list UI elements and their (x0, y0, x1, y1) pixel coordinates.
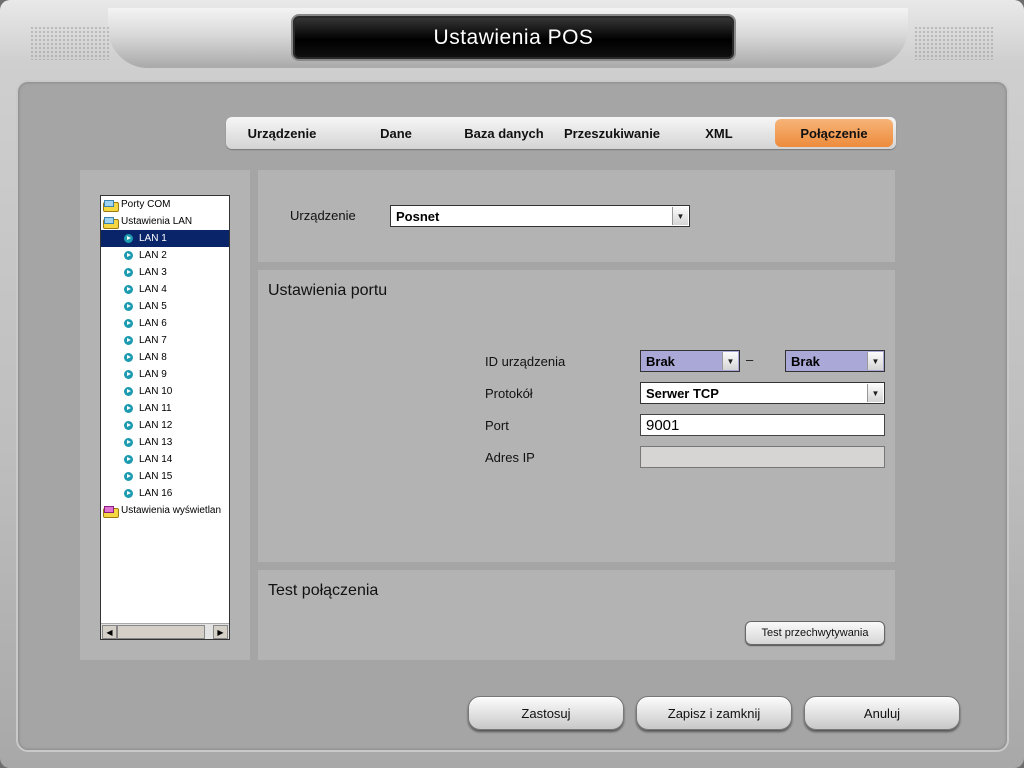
scroll-right-arrow-icon[interactable]: ▶ (213, 625, 228, 639)
dropdown-arrow-icon[interactable]: ▼ (867, 352, 883, 370)
tree-item-label: LAN 13 (139, 437, 173, 448)
tree-item-label: LAN 6 (139, 318, 167, 329)
tab-xml[interactable]: XML (670, 119, 768, 147)
network-node-icon (124, 387, 133, 396)
tree-item-lan[interactable]: LAN 9 (101, 366, 229, 383)
device-id-from-select[interactable]: Brak ▼ (640, 350, 740, 372)
scroll-left-arrow-icon[interactable]: ◀ (102, 625, 117, 639)
device-id-from-value: Brak (646, 353, 675, 369)
folder-open-icon (103, 216, 119, 229)
tree-item-label: LAN 5 (139, 301, 167, 312)
tree-item-label: LAN 8 (139, 352, 167, 363)
device-id-to-select[interactable]: Brak ▼ (785, 350, 885, 372)
tree-item-label: LAN 3 (139, 267, 167, 278)
dropdown-arrow-icon[interactable]: ▼ (867, 384, 883, 402)
device-id-to-value: Brak (791, 353, 820, 369)
network-node-icon (124, 421, 133, 430)
tree-item-lan[interactable]: LAN 5 (101, 298, 229, 315)
port-input[interactable]: 9001 (640, 414, 885, 436)
tree-item-label: LAN 4 (139, 284, 167, 295)
port-label: Port (485, 418, 509, 433)
dropdown-arrow-icon[interactable]: ▼ (722, 352, 738, 370)
device-select[interactable]: Posnet ▼ (390, 205, 690, 227)
network-node-icon (124, 268, 133, 277)
network-node-icon (124, 472, 133, 481)
tree-item-lan[interactable]: LAN 1 (101, 230, 229, 247)
tree-item-label: LAN 7 (139, 335, 167, 346)
connection-test-title: Test połączenia (268, 582, 379, 599)
tree-item-lan[interactable]: LAN 15 (101, 468, 229, 485)
settings-tree: Porty COM Ustawienia LAN LAN 1 LAN 2 LAN 3… (100, 195, 230, 640)
tree-item-lan[interactable]: LAN 10 (101, 383, 229, 400)
tab-dane[interactable]: Dane (338, 119, 454, 147)
device-id-label: ID urządzenia (485, 354, 566, 369)
network-node-icon (124, 302, 133, 311)
device-select-value: Posnet (396, 208, 440, 224)
speaker-grille-left (30, 26, 110, 60)
dropdown-arrow-icon[interactable]: ▼ (672, 207, 688, 225)
tab-bar: Urządzenie Dane Baza danych Przeszukiwan… (226, 117, 896, 149)
tree-item-label: Porty COM (121, 199, 171, 210)
network-node-icon (124, 353, 133, 362)
tab-polaczenie[interactable]: Połączenie (775, 119, 893, 147)
ip-address-input (640, 446, 885, 468)
network-node-icon (124, 370, 133, 379)
network-node-icon (124, 234, 133, 243)
protocol-select[interactable]: Serwer TCP ▼ (640, 382, 885, 404)
tree-item-lan[interactable]: LAN 12 (101, 417, 229, 434)
scroll-thumb[interactable] (117, 625, 205, 639)
network-node-icon (124, 455, 133, 464)
tree-item-lan[interactable]: LAN 6 (101, 315, 229, 332)
network-node-icon (124, 285, 133, 294)
network-node-icon (124, 404, 133, 413)
apply-button[interactable]: Zastosuj (468, 696, 624, 730)
network-node-icon (124, 251, 133, 260)
tab-urzadzenie[interactable]: Urządzenie (226, 119, 338, 147)
tree-item-label: LAN 1 (139, 233, 167, 244)
port-settings-title: Ustawienia portu (268, 282, 388, 299)
network-node-icon (124, 489, 133, 498)
tree-horizontal-scrollbar[interactable]: ◀ ▶ (101, 623, 229, 639)
tree-item-lan[interactable]: LAN 8 (101, 349, 229, 366)
tree-item-lan[interactable]: LAN 13 (101, 434, 229, 451)
tree-item-lan[interactable]: LAN 11 (101, 400, 229, 417)
tab-baza-danych[interactable]: Baza danych (454, 119, 554, 147)
tab-przeszukiwanie[interactable]: Przeszukiwanie (554, 119, 670, 147)
tree-item-display-settings[interactable]: Ustawienia wyświetlan (101, 502, 229, 519)
tree-item-label: LAN 11 (139, 403, 172, 414)
test-capture-button[interactable]: Test przechwytywania (745, 621, 885, 645)
ip-address-label: Adres IP (485, 450, 535, 465)
tree-item-label: LAN 14 (139, 454, 173, 465)
device-id-separator: – (746, 352, 754, 367)
network-node-icon (124, 438, 133, 447)
tree-item-label: LAN 16 (139, 488, 173, 499)
tree-item-ports-com[interactable]: Porty COM (101, 196, 229, 213)
tree-item-lan[interactable]: LAN 4 (101, 281, 229, 298)
tree-item-lan[interactable]: LAN 16 (101, 485, 229, 502)
display-folder-icon (103, 505, 119, 518)
network-node-icon (124, 336, 133, 345)
tree-item-lan[interactable]: LAN 2 (101, 247, 229, 264)
speaker-grille-right (914, 26, 994, 60)
title-bar: Ustawienia POS (291, 14, 736, 61)
tree-item-label: LAN 10 (139, 386, 173, 397)
folder-open-icon (103, 199, 119, 212)
tree-item-label: LAN 2 (139, 250, 167, 261)
tree-item-lan[interactable]: LAN 3 (101, 264, 229, 281)
tree-item-label: Ustawienia LAN (121, 216, 193, 227)
window-title: Ustawienia POS (433, 25, 594, 49)
save-and-close-button[interactable]: Zapisz i zamknij (636, 696, 792, 730)
tree-item-label: LAN 9 (139, 369, 167, 380)
tree-item-lan[interactable]: LAN 7 (101, 332, 229, 349)
cancel-button[interactable]: Anuluj (804, 696, 960, 730)
device-label: Urządzenie (290, 208, 356, 223)
protocol-label: Protokół (485, 386, 533, 401)
tree-item-lan[interactable]: LAN 14 (101, 451, 229, 468)
network-node-icon (124, 319, 133, 328)
tree-item-label: Ustawienia wyświetlan (121, 505, 222, 516)
tree-item-label: LAN 15 (139, 471, 173, 482)
tree-item-label: LAN 12 (139, 420, 173, 431)
tree-item-lan-settings[interactable]: Ustawienia LAN (101, 213, 229, 230)
protocol-select-value: Serwer TCP (646, 385, 719, 401)
